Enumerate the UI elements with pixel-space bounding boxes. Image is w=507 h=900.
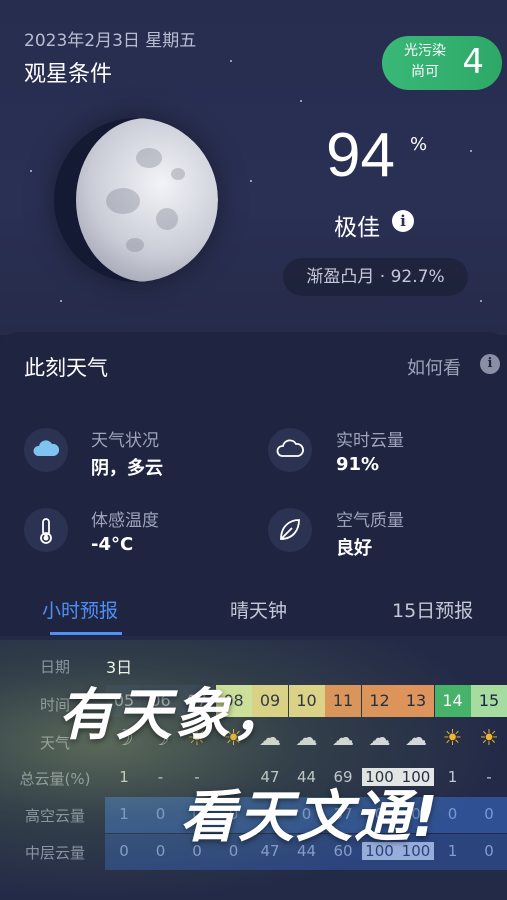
metric-value: 91%	[336, 454, 380, 475]
row-label-mid-cloud: 中层云量	[24, 844, 85, 862]
active-tab-indicator	[50, 632, 122, 635]
hour-cell: 10	[288, 685, 325, 717]
sun-icon: ☀	[442, 726, 463, 751]
promo-line-1: 有天象，	[58, 683, 290, 748]
light-pollution-title: 光污染	[404, 43, 446, 59]
metric-label: 天气状况	[91, 431, 159, 451]
light-pollution-badge[interactable]: 光污染 尚可 4	[382, 36, 502, 90]
moon-lit-face	[76, 118, 218, 282]
cloud-icon: ☁	[368, 726, 391, 751]
sun-icon: ☀	[479, 726, 499, 751]
moon-crater	[171, 168, 185, 180]
total-cloud-cell: -	[157, 768, 164, 786]
cloud-icon: ☁	[332, 726, 354, 751]
help-info-icon[interactable]: i	[480, 354, 500, 374]
observing-score-unit: %	[410, 134, 428, 155]
promo-line-2: 看天文通!	[180, 785, 440, 850]
metric-label: 实时云量	[336, 431, 404, 451]
metric-value: 阴，多云	[91, 458, 163, 479]
moon-crater	[126, 238, 144, 252]
thermometer-icon	[24, 508, 68, 552]
hour-cell: 13	[398, 685, 434, 717]
metric-label: 空气质量	[336, 511, 404, 531]
info-icon[interactable]: i	[392, 210, 414, 232]
row-label-total-cloud: 总云量(%)	[19, 770, 91, 788]
moon-crater	[136, 148, 162, 168]
current-weather-title: 此刻天气	[24, 356, 108, 380]
star	[470, 150, 472, 152]
star	[230, 60, 232, 62]
cloud-icon: ☁	[295, 726, 318, 751]
moon-crater	[156, 208, 178, 230]
star	[250, 180, 252, 182]
light-pollution-value: 4	[462, 42, 484, 82]
sky-header: 2023年2月3日 星期五 观星条件 光污染 尚可 4 94 % 极佳 i 渐盈…	[0, 0, 507, 335]
star	[300, 100, 302, 102]
moon-image	[54, 118, 218, 282]
how-to-read-link[interactable]: 如何看	[407, 354, 461, 380]
metric-label: 体感温度	[91, 511, 159, 531]
star	[480, 300, 482, 302]
leaf-icon	[268, 508, 312, 552]
total-cloud-cell: 1	[119, 768, 129, 786]
total-cloud-cell: -	[486, 768, 492, 786]
total-cloud-cell: 1	[447, 768, 458, 786]
date-text: 2023年2月3日 星期五	[24, 31, 197, 51]
tab-15-day-forecast[interactable]: 15日预报	[392, 596, 473, 623]
row-label-high-cloud: 高空云量	[24, 807, 85, 825]
tab-clear-sky-clock[interactable]: 晴天钟	[230, 596, 287, 623]
cloud-icon: ☁	[405, 726, 427, 751]
star	[30, 170, 32, 172]
star	[60, 300, 62, 302]
moon-crater	[106, 188, 140, 214]
observing-rating: 极佳	[334, 215, 380, 241]
light-pollution-label: 光污染 尚可	[400, 41, 450, 83]
page-title: 观星条件	[24, 62, 113, 87]
hour-cell: 12	[361, 685, 398, 717]
light-pollution-level: 尚可	[411, 64, 439, 80]
hour-cell: 14	[434, 685, 471, 717]
metric-value: -4°C	[91, 534, 134, 555]
hour-cell: 11	[325, 685, 361, 717]
tab-hourly-forecast[interactable]: 小时预报	[42, 596, 118, 623]
observing-score: 94	[326, 121, 395, 190]
metric-value: 良好	[336, 538, 372, 559]
cloud-outline-icon	[268, 428, 312, 472]
cloud-icon	[24, 428, 68, 472]
moon-phase-pill: 渐盈凸月 · 92.7%	[283, 258, 468, 296]
hour-cell: 15	[471, 685, 507, 717]
